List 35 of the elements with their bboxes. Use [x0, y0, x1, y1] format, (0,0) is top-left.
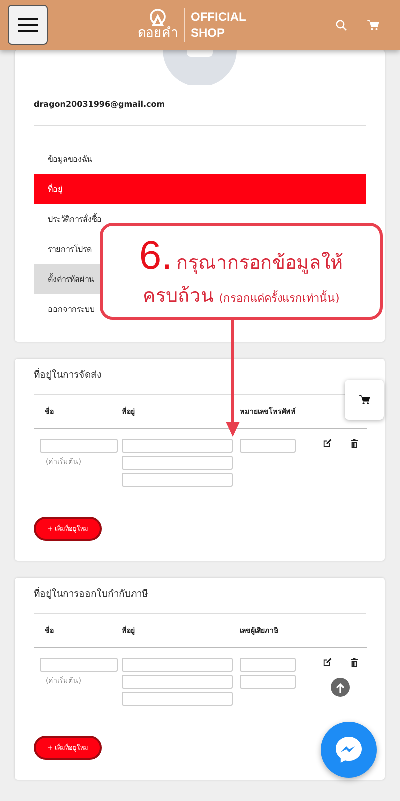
text-field[interactable]: [122, 658, 233, 672]
mountain-logo-icon: [149, 9, 167, 27]
text-field[interactable]: [240, 439, 296, 453]
tagline: OFFICIAL: [191, 9, 246, 25]
text-field[interactable]: [122, 692, 233, 706]
search-icon[interactable]: [336, 20, 347, 30]
cart-icon: [367, 18, 380, 32]
text-field[interactable]: [122, 473, 233, 487]
instruction-text: กรุณากรอกข้อมูลให้: [176, 250, 344, 276]
brand-name: ดอยคำ: [138, 27, 178, 41]
trash-icon[interactable]: [351, 658, 358, 667]
up-arrow-icon: [336, 682, 345, 692]
step-number: 6.: [139, 234, 173, 278]
user-email: dragon20031996@gmail.com: [34, 100, 366, 126]
text-field[interactable]: [40, 658, 118, 672]
text-field[interactable]: [40, 439, 118, 453]
instruction-note: (กรอกแค่ครั้งแรกเท่านั้น): [219, 290, 340, 306]
instruction-text: ครบถ้วน: [143, 284, 214, 308]
section-title: ที่อยู่ในการออกใบกำกับภาษี: [34, 588, 366, 614]
text-field[interactable]: [122, 456, 233, 470]
tagline: SHOP: [191, 25, 226, 41]
cart-icon: [358, 394, 370, 406]
edit-icon[interactable]: [322, 658, 332, 667]
menu-button[interactable]: [8, 5, 48, 45]
menu-icon: [18, 18, 38, 32]
menu-item[interactable]: ข้อมูลของฉัน: [34, 144, 366, 174]
edit-icon[interactable]: [322, 439, 332, 448]
text-field[interactable]: [122, 439, 233, 453]
trash-icon[interactable]: [351, 439, 358, 448]
text-field[interactable]: [122, 675, 233, 689]
text-field[interactable]: [240, 658, 296, 672]
text-field[interactable]: [240, 675, 296, 689]
cart-button[interactable]: [345, 380, 384, 420]
chat-bubble-icon: [334, 735, 364, 765]
menu-item[interactable]: ที่อยู่: [34, 174, 366, 204]
